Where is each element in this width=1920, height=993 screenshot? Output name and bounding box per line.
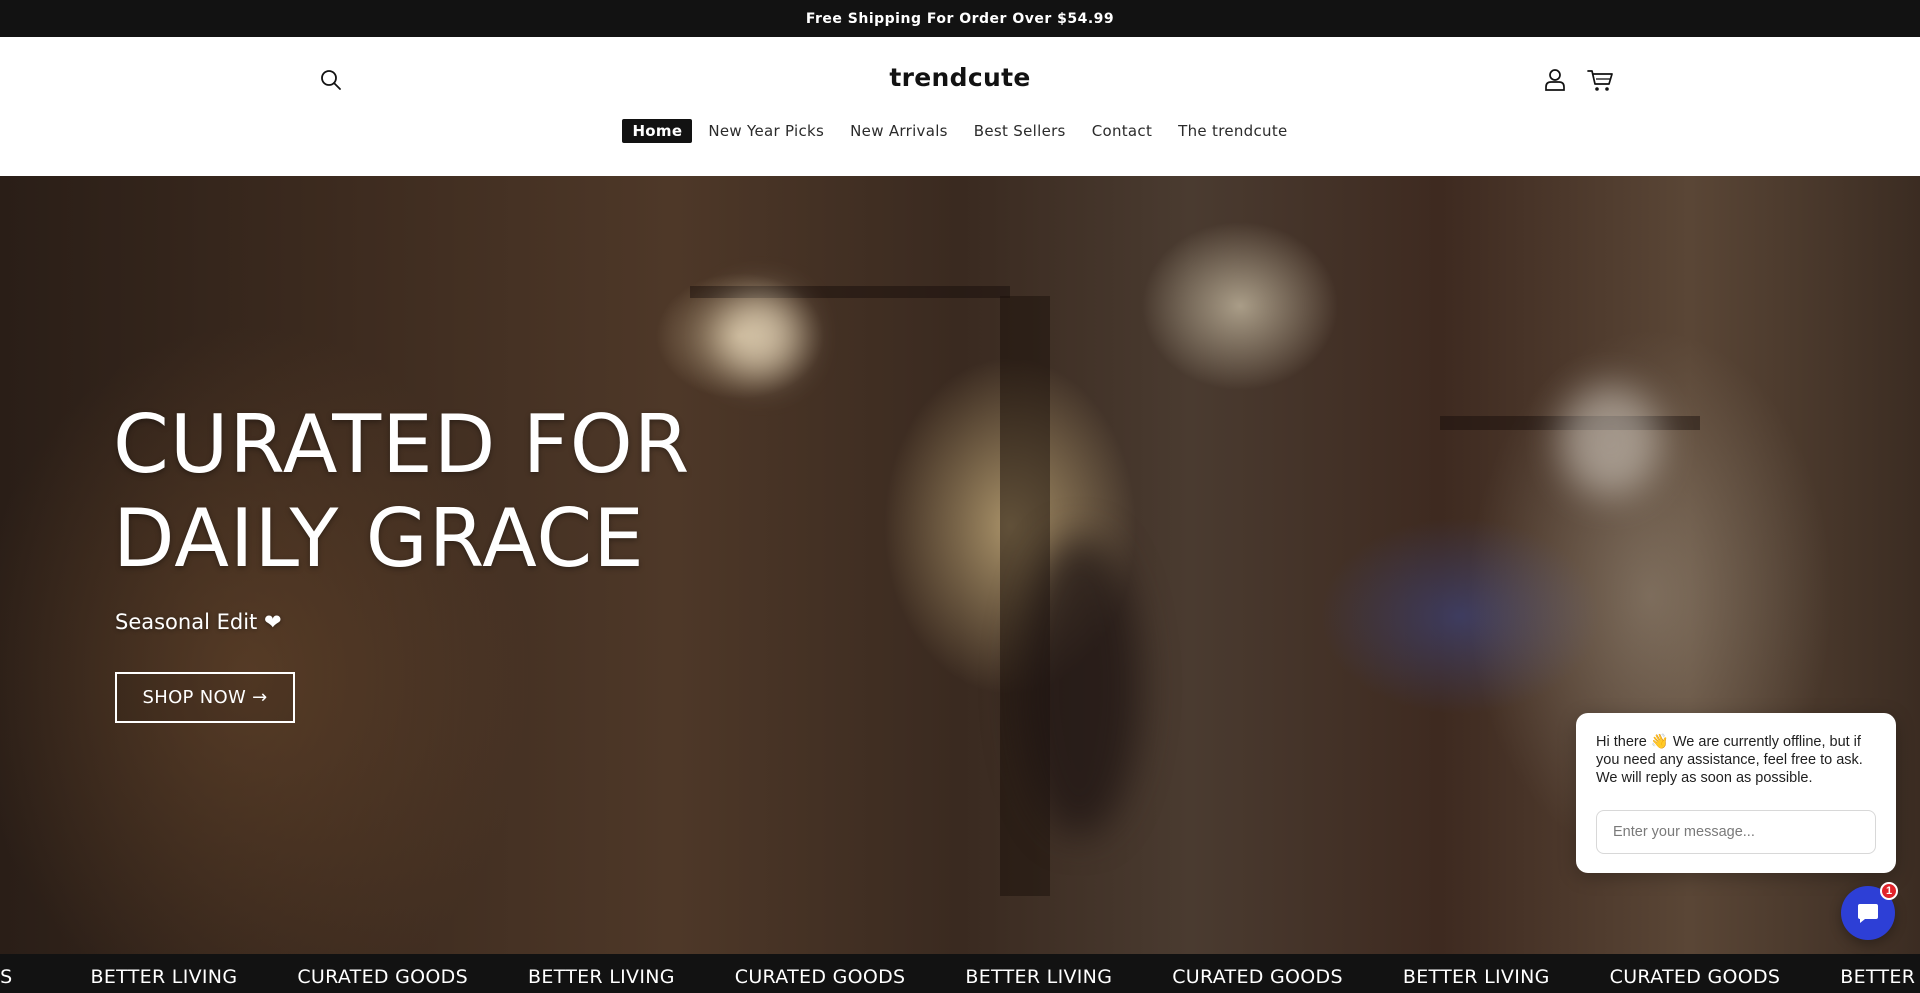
marquee-word: BETTER LI: [1840, 966, 1920, 988]
marquee-word: CURATED GOODS: [1609, 966, 1781, 988]
nav-item-new-year-picks[interactable]: New Year Picks: [698, 119, 834, 143]
hero-bg-shelf: [690, 286, 1010, 298]
site-header: trendcute Home New Year Picks New Arriva…: [0, 37, 1920, 176]
marquee-word: BETTER LIVING: [965, 966, 1113, 988]
marquee-word: BETTER LIVING: [1402, 966, 1550, 988]
marquee-word: CURATED GOODS: [1172, 966, 1343, 988]
marquee-word: CURATED GOODS: [297, 966, 468, 988]
marquee-strip: ODS BETTER LIVING CURATED GOODS BETTER LIVI…: [0, 954, 1920, 993]
chat-bubble-icon: [1858, 904, 1878, 923]
marquee-track: ODS BETTER LIVING CURATED GOODS BETTER LIVI…: [0, 966, 1920, 988]
cart-icon: [1587, 70, 1613, 91]
hero-title-line1: CURATED FOR: [113, 398, 691, 491]
nav-item-home[interactable]: Home: [622, 119, 693, 143]
account-button[interactable]: [1543, 67, 1567, 93]
announcement-bar: Free Shipping For Order Over $54.99: [0, 0, 1920, 37]
marquee-word: BETTER LIVING: [527, 966, 675, 988]
nav-item-best-sellers[interactable]: Best Sellers: [964, 119, 1076, 143]
main-nav: Home New Year Picks New Arrivals Best Se…: [0, 119, 1920, 143]
hero-bg-coat: [1020, 536, 1140, 836]
nav-item-contact[interactable]: Contact: [1082, 119, 1162, 143]
marquee-word: ODS: [0, 966, 13, 988]
hero-title-line2: DAILY GRACE: [113, 492, 645, 585]
hero-bg-lamp: [720, 296, 800, 376]
nav-item-the-trendcute[interactable]: The trendcute: [1168, 119, 1297, 143]
hero-subtitle: Seasonal Edit ❤: [115, 610, 282, 634]
nav-item-new-arrivals[interactable]: New Arrivals: [840, 119, 958, 143]
chat-message: Hi there 👋 We are currently offline, but…: [1596, 734, 1863, 786]
marquee-word: BETTER LIVING: [90, 966, 238, 988]
site-logo[interactable]: trendcute: [0, 63, 1920, 92]
shop-now-button[interactable]: SHOP NOW →: [115, 672, 295, 723]
marquee-word: CURATED GOODS: [734, 966, 906, 988]
user-icon: [1545, 69, 1565, 91]
hero-title: CURATED FOR DAILY GRACE: [113, 398, 690, 586]
chat-popup: Hi there 👋 We are currently offline, but…: [1576, 713, 1896, 873]
hero-bg-lamp: [1560, 386, 1660, 496]
announcement-text: Free Shipping For Order Over $54.99: [805, 10, 1115, 27]
cart-button[interactable]: [1586, 67, 1614, 93]
chat-message-input[interactable]: [1596, 810, 1876, 854]
chat-unread-badge: 1: [1880, 882, 1898, 900]
